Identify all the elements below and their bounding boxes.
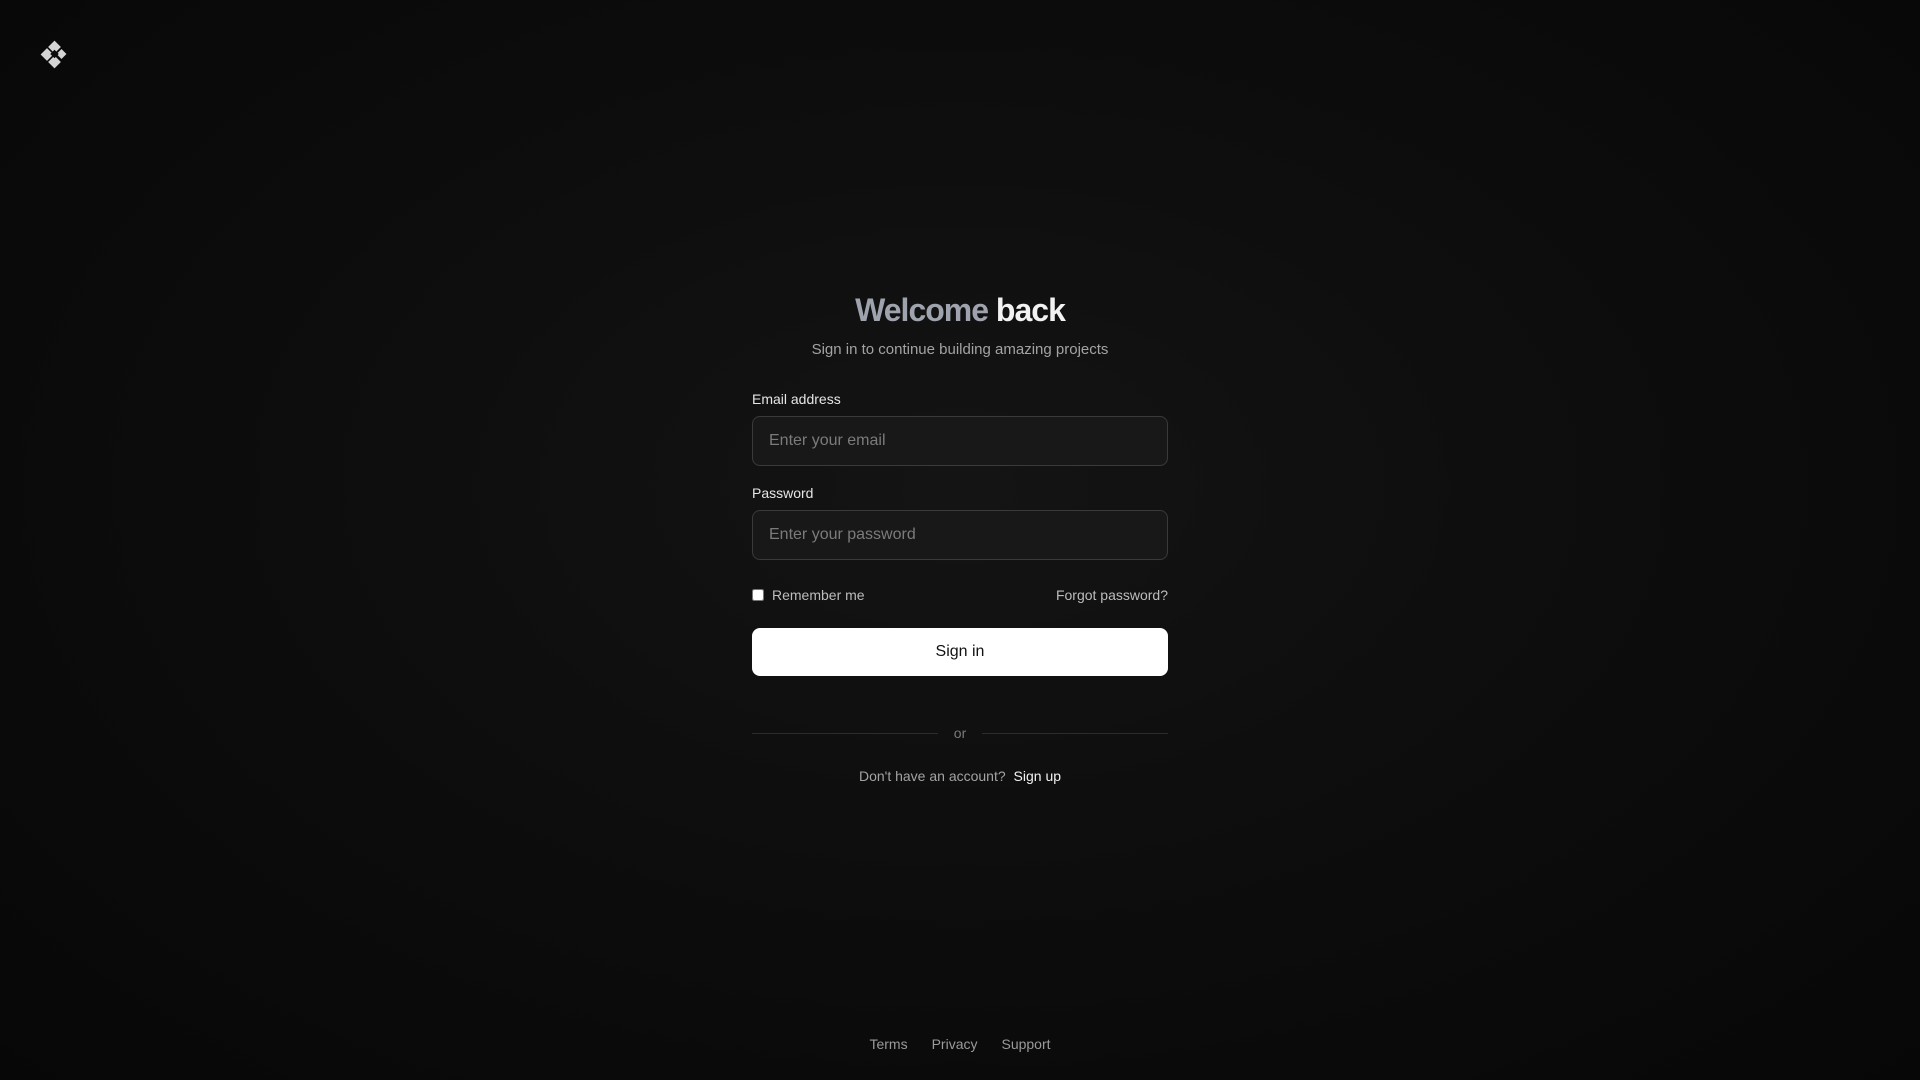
email-field[interactable]	[752, 416, 1168, 466]
footer-link-privacy[interactable]: Privacy	[932, 1036, 978, 1052]
password-label: Password	[752, 485, 814, 501]
login-panel: Welcome back Sign in to continue buildin…	[752, 288, 1169, 784]
footer-link-terms[interactable]: Terms	[869, 1036, 907, 1052]
title-welcome: Welcome	[855, 292, 989, 328]
page-subtitle: Sign in to continue building amazing pro…	[811, 341, 1109, 358]
no-account-text: Don't have an account?	[858, 768, 1006, 784]
page-title: Welcome back	[752, 288, 1168, 332]
title-back: back	[995, 292, 1066, 328]
forgot-password-link[interactable]: Forgot password?	[1056, 587, 1168, 603]
footer-link-support[interactable]: Support	[1001, 1036, 1050, 1052]
signup-prompt: Don't have an account? Sign up	[752, 768, 1168, 784]
divider-label: or	[953, 725, 967, 741]
footer-links: Terms Privacy Support	[0, 1036, 1920, 1052]
options-row: Remember me Forgot password?	[752, 586, 1168, 604]
remember-me[interactable]: Remember me	[752, 587, 865, 603]
remember-me-checkbox[interactable]	[752, 589, 764, 601]
sign-up-link[interactable]: Sign up	[1014, 768, 1061, 784]
email-label: Email address	[752, 391, 841, 407]
sign-in-button[interactable]: Sign in	[752, 628, 1168, 676]
or-divider: or	[752, 724, 1169, 742]
divider-line-right	[982, 732, 1169, 734]
password-field[interactable]	[752, 510, 1168, 560]
remember-me-label: Remember me	[772, 587, 865, 603]
login-form: Email address Password Remember me Forgo…	[752, 390, 1168, 676]
divider-line-left	[752, 732, 938, 734]
diamond-logo-icon[interactable]	[38, 38, 70, 70]
